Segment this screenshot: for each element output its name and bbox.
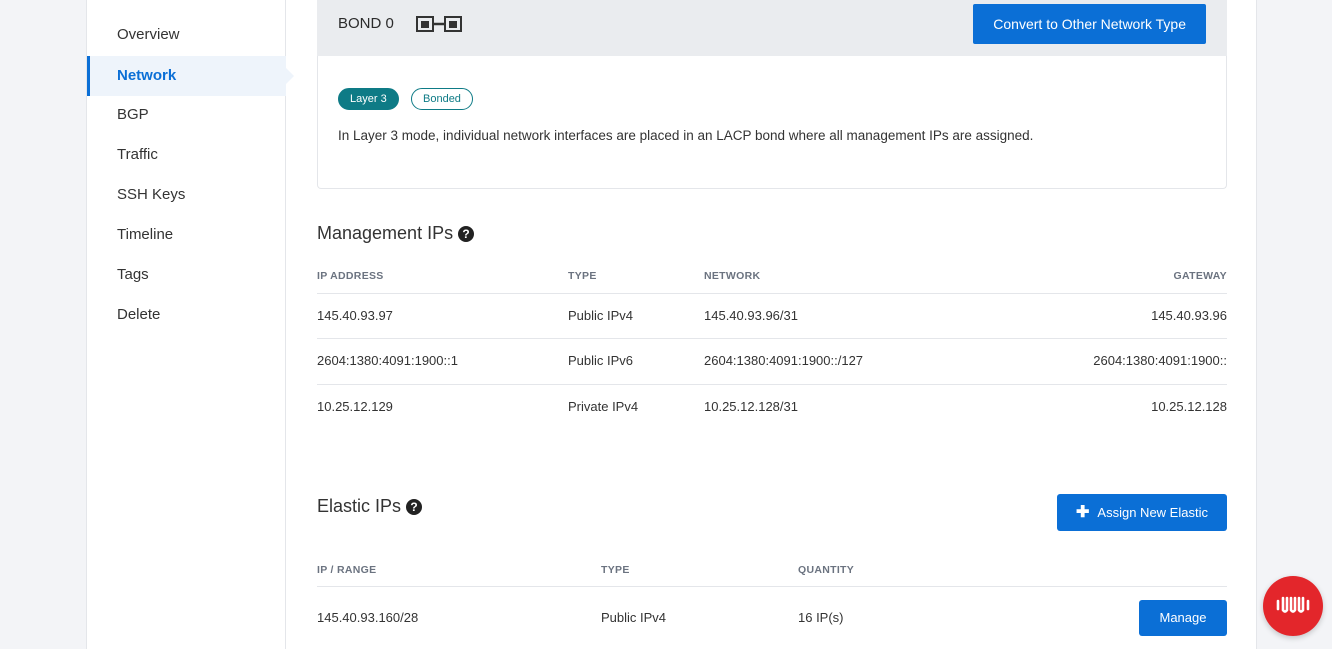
type-cell: Public IPv6 <box>568 353 634 368</box>
column-header-quantity: QUANTITY <box>798 564 855 576</box>
sidebar-nav: Overview Network BGP Traffic SSH Keys Ti… <box>87 0 294 649</box>
chat-button[interactable] <box>1263 576 1323 636</box>
bond-body: Layer 3 Bonded In Layer 3 mode, individu… <box>317 56 1227 189</box>
bond-header: BOND 0 Convert to Other Network Type <box>317 0 1227 56</box>
bonded-badge: Bonded <box>411 88 473 110</box>
layer3-badge: Layer 3 <box>338 88 399 110</box>
active-indicator-arrow <box>286 68 294 84</box>
gateway-cell: 145.40.93.96 <box>1151 308 1227 323</box>
ip-address-cell: 10.25.12.129 <box>317 399 393 414</box>
sidebar-item-network[interactable]: Network <box>87 56 294 96</box>
column-header-ip-address: IP ADDRESS <box>317 270 384 282</box>
ip-address-cell: 2604:1380:4091:1900::1 <box>317 353 458 368</box>
column-header-type: TYPE <box>568 270 597 282</box>
question-circle-icon[interactable]: ? <box>458 225 475 242</box>
network-cell: 145.40.93.96/31 <box>704 308 798 323</box>
column-header-network: NETWORK <box>704 270 761 282</box>
sidebar-item-timeline[interactable]: Timeline <box>87 215 286 255</box>
section-title: Elastic IPs <box>317 496 402 516</box>
elastic-ips-heading: Elastic IPs ? <box>317 496 423 517</box>
column-header-ip-range: IP / RANGE <box>317 564 377 576</box>
sidebar-item-ssh-keys[interactable]: SSH Keys <box>87 175 286 215</box>
sidebar-item-delete[interactable]: Delete <box>87 295 286 335</box>
sidebar-item-overview[interactable]: Overview <box>87 15 286 55</box>
type-cell: Public IPv4 <box>568 308 634 323</box>
assign-new-elastic-button[interactable]: ✚ Assign New Elastic <box>1057 494 1227 531</box>
bonded-ports-icon <box>416 15 462 38</box>
management-ips-heading: Management IPs ? <box>317 223 475 244</box>
table-divider <box>317 293 1227 294</box>
ip-range-cell: 145.40.93.160/28 <box>317 610 419 625</box>
equinix-chat-icon <box>1276 593 1310 620</box>
column-header-gateway: GATEWAY <box>1173 270 1227 282</box>
gateway-cell: 10.25.12.128 <box>1151 399 1227 414</box>
type-cell: Public IPv4 <box>601 610 667 625</box>
network-cell: 2604:1380:4091:1900::/127 <box>704 353 864 368</box>
quantity-cell: 16 IP(s) <box>798 610 844 625</box>
manage-button[interactable]: Manage <box>1139 600 1227 636</box>
bond-title: BOND 0 <box>338 15 394 32</box>
sidebar-item-tags[interactable]: Tags <box>87 255 286 295</box>
plus-icon: ✚ <box>1076 504 1090 521</box>
question-circle-icon[interactable]: ? <box>406 498 423 515</box>
gateway-cell: 2604:1380:4091:1900:: <box>1093 353 1227 368</box>
section-title: Management IPs <box>317 223 454 243</box>
bond-description: In Layer 3 mode, individual network inte… <box>338 128 1034 143</box>
type-cell: Private IPv4 <box>568 399 639 414</box>
button-label: Assign New Elastic <box>1097 505 1208 520</box>
network-cell: 10.25.12.128/31 <box>704 399 798 414</box>
ip-address-cell: 145.40.93.97 <box>317 308 393 323</box>
table-divider <box>317 338 1227 339</box>
table-divider <box>317 384 1227 385</box>
column-header-type: TYPE <box>601 564 630 576</box>
sidebar-item-bgp[interactable]: BGP <box>87 95 286 135</box>
sidebar-item-traffic[interactable]: Traffic <box>87 135 286 175</box>
sidebar-item-label: Network <box>117 67 177 84</box>
convert-network-type-button[interactable]: Convert to Other Network Type <box>973 4 1206 44</box>
table-divider <box>317 586 1227 587</box>
